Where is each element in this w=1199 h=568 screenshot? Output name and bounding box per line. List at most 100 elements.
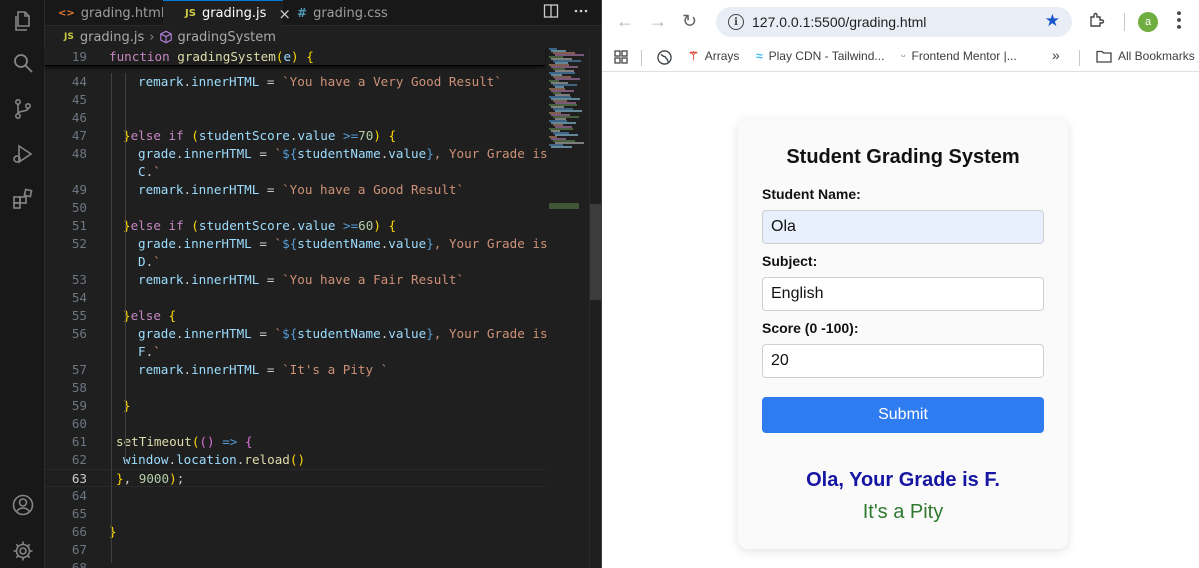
tab-grading-js[interactable]: JS grading.js × [163, 0, 291, 26]
minimap-line [555, 134, 578, 136]
bookmarks-bar: ⚚ Arrays ≈ Play CDN - Tailwind... ᵕ Fron… [602, 42, 1199, 72]
submit-button[interactable]: Submit [762, 397, 1044, 433]
minimap[interactable] [545, 48, 589, 568]
search-icon[interactable] [10, 50, 35, 75]
line-number: 55 [71, 308, 87, 323]
line-number: 67 [71, 542, 87, 557]
css-file-icon: # [297, 6, 308, 20]
code-line[interactable]: 45 [45, 91, 545, 109]
split-editor-icon[interactable] [543, 3, 559, 19]
apps-grid-icon[interactable] [614, 50, 628, 64]
explorer-icon[interactable] [10, 8, 35, 33]
more-bookmarks-icon[interactable]: » [1052, 47, 1060, 63]
line-number: 59 [71, 398, 87, 413]
code-line[interactable]: 63}, 9000); [45, 469, 545, 487]
tab-label: grading.css [313, 5, 388, 21]
chevron-right-icon: › [149, 29, 155, 45]
breadcrumb-file[interactable]: grading.js [80, 30, 144, 45]
code-editor[interactable]: 19 function gradingSystem(e) {44 remark.in… [45, 48, 548, 568]
code-line-wrap[interactable]: F.` [45, 343, 545, 361]
code-line-wrap[interactable]: D.` [45, 253, 545, 271]
code-line[interactable]: 66} [45, 523, 545, 541]
line-number: 62 [71, 452, 87, 467]
code-line[interactable]: 46 [45, 109, 545, 127]
sticky-scroll-line[interactable]: 19 function gradingSystem(e) { [45, 48, 545, 66]
reload-icon[interactable]: ↻ [682, 11, 697, 32]
code-line[interactable]: 54 [45, 289, 545, 307]
code-text: F.` [138, 344, 161, 359]
bookmark-tailwind[interactable]: ≈ Play CDN - Tailwind... [756, 49, 884, 63]
site-info-icon[interactable]: i [728, 14, 744, 30]
line-number: 58 [71, 380, 87, 395]
run-debug-icon[interactable] [10, 141, 35, 166]
code-text: }, 9000); [116, 471, 185, 486]
line-number: 44 [71, 74, 87, 89]
line-number: 49 [71, 182, 87, 197]
code-text: remark.innerHTML = `You have a Good Resu… [138, 182, 465, 197]
tab-grading-css[interactable]: # grading.css [283, 0, 401, 26]
extensions-puzzle-icon[interactable] [1088, 11, 1106, 29]
code-line[interactable]: 47 }else if (studentScore.value >=70) { [45, 127, 545, 145]
code-line[interactable]: 61 setTimeout(() => { [45, 433, 545, 451]
score-input[interactable] [762, 344, 1044, 378]
code-line[interactable]: 48 grade.innerHTML = `${studentName.value… [45, 145, 548, 163]
bookmark-star-icon[interactable]: ★ [1045, 11, 1060, 31]
profile-avatar[interactable]: a [1138, 12, 1158, 32]
code-text: remark.innerHTML = `You have a Fair Resu… [138, 272, 465, 287]
line-number: 53 [71, 272, 87, 287]
toolbar-separator [1124, 13, 1125, 31]
all-bookmarks[interactable]: All Bookmarks [1096, 49, 1195, 63]
code-line[interactable]: 65 [45, 505, 545, 523]
bookmark-frontend-mentor[interactable]: ᵕ Frontend Mentor |... [901, 49, 1017, 63]
code-line[interactable]: 57 remark.innerHTML = `It's a Pity ` [45, 361, 545, 379]
extensions-icon[interactable] [10, 186, 35, 211]
line-number: 52 [71, 236, 87, 251]
code-line[interactable]: 56 grade.innerHTML = `${studentName.value… [45, 325, 548, 343]
code-line[interactable]: 58 [45, 379, 545, 397]
url-text[interactable]: 127.0.0.1:5500/grading.html [752, 14, 926, 30]
tab-label: grading.js [201, 6, 267, 21]
line-number: 47 [71, 128, 87, 143]
settings-gear-icon[interactable] [10, 538, 35, 563]
code-line[interactable]: 53 remark.innerHTML = `You have a Fair Re… [45, 271, 545, 289]
bookmark-separator [641, 50, 642, 66]
source-control-icon[interactable] [10, 96, 35, 121]
more-actions-icon[interactable] [573, 3, 589, 19]
code-line[interactable]: 60 [45, 415, 545, 433]
globe-icon[interactable] [657, 50, 672, 65]
code-line[interactable]: 62 window.location.reload() [45, 451, 545, 469]
folder-icon [1096, 50, 1112, 63]
bookmark-label: Arrays [704, 49, 740, 63]
code-line[interactable]: 52 grade.innerHTML = `${studentName.value… [45, 235, 548, 253]
code-line[interactable]: 55}else { [45, 307, 545, 325]
forward-arrow-icon[interactable]: → [649, 11, 667, 32]
code-line[interactable]: 64 [45, 487, 545, 505]
js-file-icon: JS [64, 32, 74, 42]
address-bar[interactable]: i 127.0.0.1:5500/grading.html ★ [716, 7, 1072, 37]
minimap-line [551, 146, 572, 148]
code-line-wrap[interactable]: C.` [45, 163, 545, 181]
tab-grading-html[interactable]: <> grading.html [45, 0, 164, 26]
bookmark-arrays[interactable]: ⚚ Arrays [688, 49, 739, 63]
code-line[interactable]: 59} [45, 397, 545, 415]
code-line[interactable]: 67 [45, 541, 545, 559]
method-cube-icon [160, 30, 173, 44]
subject-input[interactable] [762, 277, 1044, 311]
editor-scrollbar[interactable] [589, 48, 602, 568]
code-line[interactable]: 49 remark.innerHTML = `You have a Good Re… [45, 181, 545, 199]
back-arrow-icon[interactable]: ← [616, 11, 634, 32]
editor-actions [543, 3, 589, 19]
arrays-favicon-icon: ⚚ [688, 49, 699, 63]
code-line[interactable]: 51}else if (studentScore.value >=60) { [45, 217, 545, 235]
accounts-icon[interactable] [10, 492, 35, 517]
code-line[interactable]: 50 [45, 199, 545, 217]
student-name-input[interactable] [762, 210, 1044, 244]
activity-bar [0, 0, 45, 568]
code-text: }else if (studentScore.value >=70) { [123, 128, 397, 143]
browser-menu-icon[interactable] [1170, 9, 1188, 31]
code-line[interactable]: 68 [45, 559, 545, 568]
js-file-icon: JS [185, 8, 196, 19]
code-line[interactable]: 44 remark.innerHTML = `You have a Very Go… [45, 73, 545, 91]
vscode-window: <> grading.html JS grading.js × # gradin… [0, 0, 602, 568]
breadcrumb-symbol[interactable]: gradingSystem [177, 30, 275, 45]
